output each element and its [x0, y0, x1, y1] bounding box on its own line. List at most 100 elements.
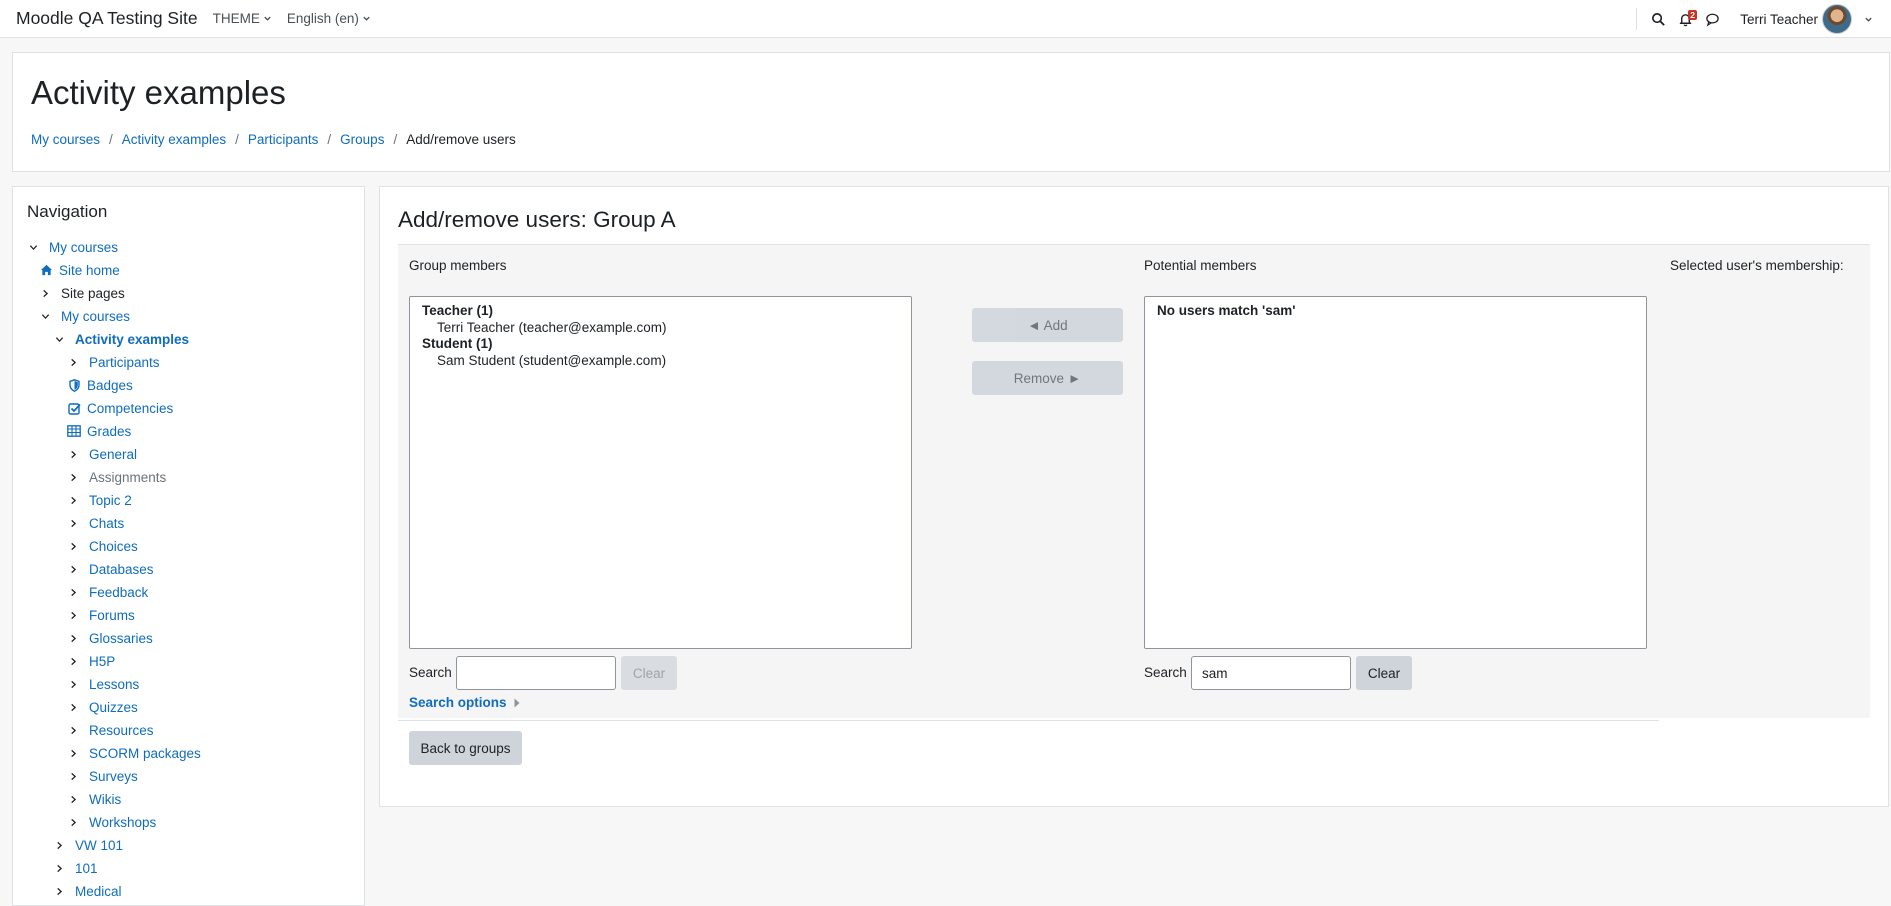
nav-item-label: Grades: [87, 423, 132, 439]
nav-item-activity-examples[interactable]: Activity examples: [53, 328, 189, 350]
nav-item-101[interactable]: 101: [53, 857, 98, 879]
user-name[interactable]: Terri Teacher: [1740, 12, 1818, 27]
chevron-right-icon: [70, 358, 76, 366]
group-members-listbox[interactable]: Teacher (1) Terri Teacher (teacher@examp…: [409, 296, 912, 649]
potential-members-clear-button[interactable]: Clear: [1356, 656, 1412, 690]
nav-item-databases[interactable]: Databases: [67, 558, 154, 580]
nav-item-label: Quizzes: [89, 699, 138, 715]
nav-item-label: SCORM packages: [89, 745, 201, 761]
nav-item-h5p[interactable]: H5P: [67, 650, 115, 672]
chevron-right-icon: [70, 519, 76, 527]
add-button[interactable]: ◄ Add: [972, 308, 1123, 342]
theme-menu-label: THEME: [212, 11, 260, 26]
chevron-right-icon: [70, 588, 76, 596]
breadcrumb-groups[interactable]: Groups: [340, 132, 384, 147]
check-square-icon: [67, 402, 81, 415]
potential-members-search-input[interactable]: [1191, 656, 1351, 690]
chevron-right-icon: [70, 749, 76, 757]
nav-item-general[interactable]: General: [67, 443, 137, 465]
nav-item-choices[interactable]: Choices: [67, 535, 138, 557]
nav-item-badges[interactable]: Badges: [67, 374, 133, 396]
chevron-right-icon: [70, 818, 76, 826]
nav-item-wikis[interactable]: Wikis: [67, 788, 121, 810]
chat-bubble-icon: [1706, 13, 1719, 27]
nav-item-participants[interactable]: Participants: [67, 351, 160, 373]
nav-item-site-home[interactable]: Site home: [39, 259, 120, 281]
nav-item-my-courses[interactable]: My courses: [27, 236, 118, 258]
nav-item-competencies[interactable]: Competencies: [67, 397, 173, 419]
nav-item-label: Choices: [89, 538, 138, 554]
nav-item-resources[interactable]: Resources: [67, 719, 154, 741]
chevron-right-icon: [70, 565, 76, 573]
nav-item-lessons[interactable]: Lessons: [67, 673, 139, 695]
main-heading: Add/remove users: Group A: [398, 207, 676, 232]
nav-item-grades[interactable]: Grades: [67, 420, 131, 442]
chevron-down-icon[interactable]: [1864, 15, 1873, 24]
nav-item-label: Workshops: [89, 814, 157, 830]
selected-user-membership-label: Selected user's membership:: [1670, 258, 1844, 273]
navigation-block: Navigation My courses Site home Site pag…: [12, 186, 365, 906]
nav-item-vw-101[interactable]: VW 101: [53, 834, 123, 856]
group-members-search-input[interactable]: [456, 656, 616, 690]
nav-item-label: Glossaries: [89, 630, 153, 646]
nav-item-my-courses-sub[interactable]: My courses: [39, 305, 130, 327]
nav-item-medical[interactable]: Medical: [53, 880, 122, 902]
site-name[interactable]: Moodle QA Testing Site: [16, 8, 198, 29]
breadcrumb-separator: /: [235, 132, 239, 147]
chevron-right-icon: [70, 496, 76, 504]
nav-item-topic-2[interactable]: Topic 2: [67, 489, 132, 511]
nav-item-scorm-packages[interactable]: SCORM packages: [67, 742, 201, 764]
nav-item-label: My courses: [49, 239, 119, 255]
breadcrumb-participants[interactable]: Participants: [248, 132, 319, 147]
breadcrumb-my-courses[interactable]: My courses: [31, 132, 100, 147]
potential-members-listbox[interactable]: No users match 'sam': [1144, 296, 1647, 649]
nav-item-workshops[interactable]: Workshops: [67, 811, 156, 833]
nav-item-site-pages[interactable]: Site pages: [39, 282, 125, 304]
nav-item-label: Wikis: [89, 791, 122, 807]
nav-item-assignments[interactable]: Assignments: [67, 466, 166, 488]
breadcrumb-activity-examples[interactable]: Activity examples: [122, 132, 226, 147]
language-menu[interactable]: English (en): [287, 11, 371, 26]
notifications-button[interactable]: 2: [1678, 9, 1697, 27]
avatar[interactable]: [1822, 4, 1852, 34]
nav-item-label: Resources: [89, 722, 154, 738]
nav-item-quizzes[interactable]: Quizzes: [67, 696, 138, 718]
no-match-message: No users match 'sam': [1157, 303, 1296, 318]
breadcrumb-current: Add/remove users: [406, 132, 516, 147]
language-menu-label: English (en): [286, 11, 359, 26]
messages-button[interactable]: [1705, 12, 1720, 27]
nav-item-label: My courses: [61, 308, 131, 324]
search-options-toggle[interactable]: Search options: [409, 695, 520, 710]
top-navbar: Moodle QA Testing Site THEME English (en…: [0, 0, 1891, 38]
nav-item-forums[interactable]: Forums: [67, 604, 135, 626]
nav-item-surveys[interactable]: Surveys: [67, 765, 138, 787]
search-options-label: Search options: [409, 695, 507, 710]
chevron-right-icon: [70, 726, 76, 734]
main-region: Add/remove users: Group A Group members …: [379, 186, 1889, 807]
listbox-option[interactable]: Terri Teacher (teacher@example.com): [422, 320, 911, 337]
nav-item-label: Activity examples: [75, 331, 190, 347]
page-header: Activity examples My courses / Activity …: [12, 52, 1890, 172]
nav-item-glossaries[interactable]: Glossaries: [67, 627, 153, 649]
remove-button[interactable]: Remove ►: [972, 361, 1123, 395]
listbox-option[interactable]: Sam Student (student@example.com): [422, 353, 911, 370]
breadcrumb-separator: /: [327, 132, 332, 147]
nav-item-feedback[interactable]: Feedback: [67, 581, 148, 603]
caret-right-icon: [514, 698, 520, 707]
chevron-right-icon: [70, 450, 76, 458]
chevron-right-icon: [70, 703, 76, 711]
back-to-groups-button[interactable]: Back to groups: [409, 731, 522, 765]
theme-menu[interactable]: THEME: [213, 11, 272, 26]
nav-item-label: Badges: [87, 377, 133, 393]
chevron-right-icon: [70, 634, 76, 642]
notification-count-badge: 2: [1688, 9, 1697, 20]
search-toggle-button[interactable]: [1651, 12, 1666, 27]
group-members-clear-button[interactable]: Clear: [621, 656, 677, 690]
panel-top-rule: [398, 244, 1870, 245]
group-members-search-label: Search: [409, 665, 452, 680]
potential-members-label: Potential members: [1144, 258, 1257, 273]
nav-item-chats[interactable]: Chats: [67, 512, 124, 534]
page-title: Activity examples: [31, 74, 286, 111]
potential-members-search-label: Search: [1144, 665, 1187, 680]
nav-item-label: Feedback: [89, 584, 149, 600]
